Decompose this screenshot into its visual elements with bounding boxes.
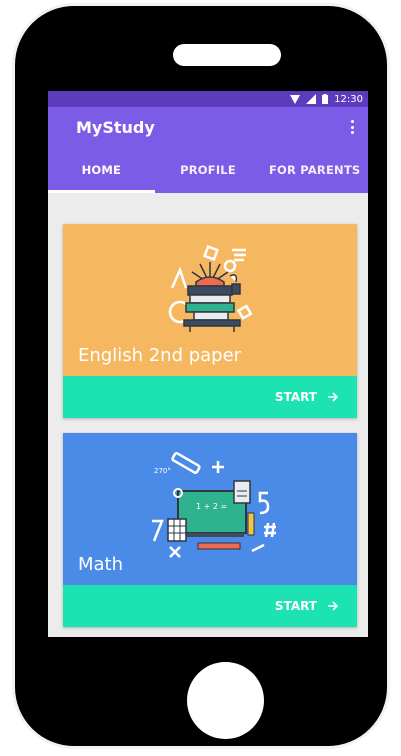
arrow-right-icon [328,392,339,402]
arrow-right-icon [328,601,339,611]
more-vert-icon[interactable] [351,120,354,134]
angle-label: 270° [154,467,171,475]
books-illustration [168,244,253,332]
tab-bar: HOME PROFILE FOR PARENTS [48,147,368,193]
tab-home[interactable]: HOME [48,147,155,193]
card-title: English 2nd paper [78,345,242,366]
status-bar: 12:30 [48,91,368,107]
start-button[interactable]: START [63,585,357,627]
wifi-icon [290,94,301,104]
status-time: 12:30 [334,93,363,105]
app-title: MyStudy [76,117,155,137]
board-text: 1 + 2 = [196,502,227,511]
start-button-label: START [274,390,317,404]
start-button-label: START [274,599,317,613]
phone-home-button[interactable] [187,662,264,739]
signal-icon [306,94,317,104]
phone-speaker [173,44,281,66]
course-card-english[interactable]: English 2nd paper START [63,224,357,418]
course-card-math[interactable]: 270° 1 + 2 = Math START [63,433,357,627]
card-title: Math [78,554,124,575]
card-body: 270° 1 + 2 = Math [63,433,357,585]
card-body: English 2nd paper [63,224,357,376]
tab-for-parents[interactable]: FOR PARENTS [261,147,368,193]
app-screen: 12:30 MyStudy HOME PROFILE FOR PARENTS E… [48,91,368,637]
battery-icon [322,94,329,104]
app-bar: MyStudy [48,107,368,147]
start-button[interactable]: START [63,376,357,418]
tab-profile[interactable]: PROFILE [155,147,262,193]
math-illustration: 270° 1 + 2 = [152,452,276,558]
